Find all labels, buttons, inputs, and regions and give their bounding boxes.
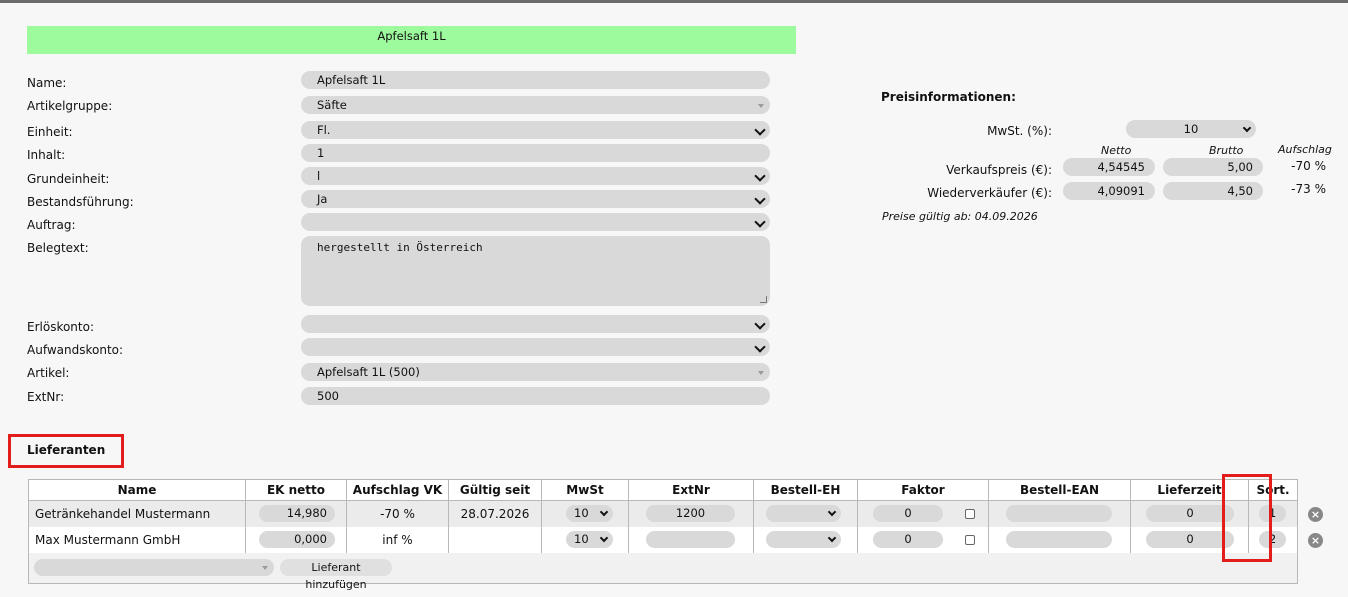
belegtext-value: hergestellt in Österreich [317,241,483,254]
wiederverkaeufer-netto-input[interactable]: 4,09091 [1063,182,1155,200]
mwst-label: MwSt. (%): [987,124,1052,138]
lieferzeit-input[interactable]: 0 [1146,505,1234,522]
label-erloeskonto: Erlöskonto: [27,320,95,334]
belegtext-textarea[interactable]: hergestellt in Österreich [301,236,770,306]
wiederverkaeufer-label: Wiederverkäufer (€): [927,186,1052,200]
label-grundeinheit: Grundeinheit: [27,172,110,186]
chevron-down-icon [827,533,837,542]
name-input[interactable]: Apfelsaft 1L [301,71,770,89]
add-supplier-button[interactable]: Lieferant hinzufügen [280,558,392,591]
grundeinheit-select[interactable]: l [301,167,770,185]
faktor-input[interactable]: 0 [873,505,943,522]
table-header-row: Name EK netto Aufschlag VK Gültig seit M… [28,479,1334,501]
chevron-down-icon [827,507,837,517]
aufschlag-vk-value: -70 % [346,500,449,527]
col-name: Name [28,479,246,501]
aufschlag-vk-value: inf % [346,526,449,553]
suppliers-table: Name EK netto Aufschlag VK Gültig seit M… [28,479,1334,591]
chevron-down-icon [1242,123,1252,133]
verkaufspreis-label: Verkaufspreis (€): [946,163,1052,177]
extnr-input[interactable] [646,530,735,548]
col-bestell-eh: Bestell-EH [753,479,858,501]
highlight-box-suppliers [8,434,124,468]
top-border [0,0,1348,3]
wiederverkaeufer-aufschlag: -73 % [1291,182,1326,196]
lieferzeit-input[interactable]: 0 [1146,530,1234,548]
extnr-input[interactable]: 500 [301,387,770,405]
gueltig-seit-value [448,526,542,553]
label-belegtext: Belegtext: [27,241,89,255]
col-aufschlag-vk: Aufschlag VK [346,479,449,501]
netto-header: Netto [1101,144,1132,157]
bestell-ean-input[interactable] [1006,505,1112,522]
label-inhalt: Inhalt: [27,148,66,162]
col-extnr: ExtNr [628,479,754,501]
erloeskonto-select[interactable] [301,315,770,333]
bestell-eh-select[interactable] [766,505,841,522]
bestandsfuehrung-select[interactable]: Ja [301,190,770,208]
faktor-input[interactable]: 0 [873,530,943,548]
label-auftrag: Auftrag: [27,218,76,232]
brutto-header: Brutto [1209,144,1244,157]
remove-icon[interactable]: × [1308,532,1323,548]
label-artikelgruppe: Artikelgruppe: [27,99,113,113]
col-mwst: MwSt [541,479,629,501]
mwst-value: 10 [1183,122,1199,136]
inhalt-input[interactable]: 1 [301,144,770,162]
chevron-down-icon [599,507,609,517]
verkaufspreis-brutto-input[interactable]: 5,00 [1163,158,1263,176]
faktor-checkbox[interactable] [965,509,975,519]
col-actions [1298,480,1334,501]
table-row: Getränkehandel Mustermann 14,980 -70 % 2… [28,500,1334,527]
faktor-checkbox[interactable] [965,534,975,545]
aufschlag-header: Aufschlag [1278,143,1332,156]
mwst-value: 10 [574,506,589,520]
prices-valid-date: Preise gültig ab: 04.09.2026 [882,210,1038,223]
ek-netto-input[interactable]: 0,000 [259,530,335,548]
wiederverkaeufer-brutto-input[interactable]: 4,50 [1163,182,1263,200]
bestell-ean-input[interactable] [1006,530,1112,548]
col-gueltig-seit: Gültig seit [448,479,542,501]
label-einheit: Einheit: [27,125,73,139]
add-supplier-row: Lieferant hinzufügen [28,552,1334,591]
label-artikel: Artikel: [27,366,70,380]
mwst-select[interactable]: 10 [566,530,613,548]
auftrag-select[interactable] [301,213,770,231]
verkaufspreis-netto-input[interactable]: 4,54545 [1063,158,1155,176]
bestell-eh-select[interactable] [766,530,841,548]
supplier-name: Getränkehandel Mustermann [35,506,211,521]
remove-icon[interactable]: × [1308,506,1323,522]
col-faktor: Faktor [857,479,989,501]
chevron-down-icon [599,533,609,542]
mwst-select[interactable]: 10 [566,505,613,522]
article-title-bar: Apfelsaft 1L [27,26,796,54]
col-bestell-ean: Bestell-EAN [988,479,1131,501]
label-bestandsfuehrung: Bestandsführung: [27,195,134,209]
artikelgruppe-select[interactable]: Säfte [301,96,770,114]
extnr-input[interactable]: 1200 [646,505,735,522]
verkaufspreis-aufschlag: -70 % [1291,159,1326,173]
ek-netto-input[interactable]: 14,980 [259,505,335,522]
col-ek-netto: EK netto [245,479,347,501]
price-info-heading: Preisinformationen: [881,90,1016,104]
table-row: Max Mustermann GmbH 0,000 inf % 10 0 0 2… [28,526,1334,553]
supplier-select[interactable] [34,558,274,576]
supplier-name: Max Mustermann GmbH [35,532,181,547]
label-aufwandskonto: Aufwandskonto: [27,343,124,357]
highlight-box-sort [1222,474,1272,562]
einheit-select[interactable]: Fl. [301,121,770,139]
label-name: Name: [27,76,67,90]
mwst-value: 10 [574,531,589,546]
chevron-down-icon [262,565,268,570]
aufwandskonto-select[interactable] [301,338,770,356]
label-extnr: ExtNr: [27,390,65,404]
resize-grip-icon[interactable] [760,296,767,303]
gueltig-seit-value: 28.07.2026 [448,500,542,527]
artikel-select[interactable]: Apfelsaft 1L (500) [301,363,770,381]
mwst-select[interactable]: 10 [1126,120,1256,138]
